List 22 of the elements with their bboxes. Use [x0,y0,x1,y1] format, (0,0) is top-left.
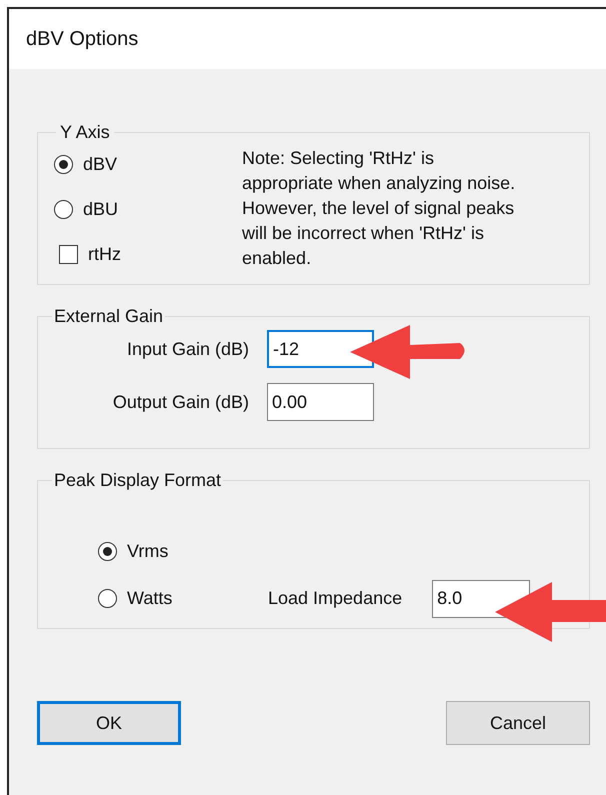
option-label: rtHz [88,243,121,266]
option-label: Watts [127,587,174,610]
group-title: Y Axis [60,122,110,142]
radio-button[interactable] [54,200,73,219]
input-field[interactable]: 0.00 [267,383,374,421]
group-title: External Gain [54,306,164,326]
group-title: Peak Display Format [54,470,222,490]
checkbox[interactable] [59,245,78,264]
window-title: dBV Options [26,27,138,52]
field-label: Load Impedance [268,587,402,610]
radio-button[interactable] [54,155,73,174]
dialog-button[interactable]: OK [37,701,181,745]
option-label: Vrms [127,540,170,563]
radio-button[interactable] [98,542,117,561]
field-label: Output Gain (dB) [112,390,250,414]
radio-button[interactable] [98,589,117,608]
dialog-button[interactable]: Cancel [446,701,590,745]
option-label: dBU [83,198,118,221]
option-label: dBV [83,153,118,176]
field-label: Input Gain (dB) [126,338,250,361]
input-field[interactable]: -12 [267,330,374,368]
note-text: Note: Selecting 'RtHz' is appropriate when analyzing noise. However, the level of signal peaks will be incorrect when 'RtHz' is enabled. [242,147,516,270]
